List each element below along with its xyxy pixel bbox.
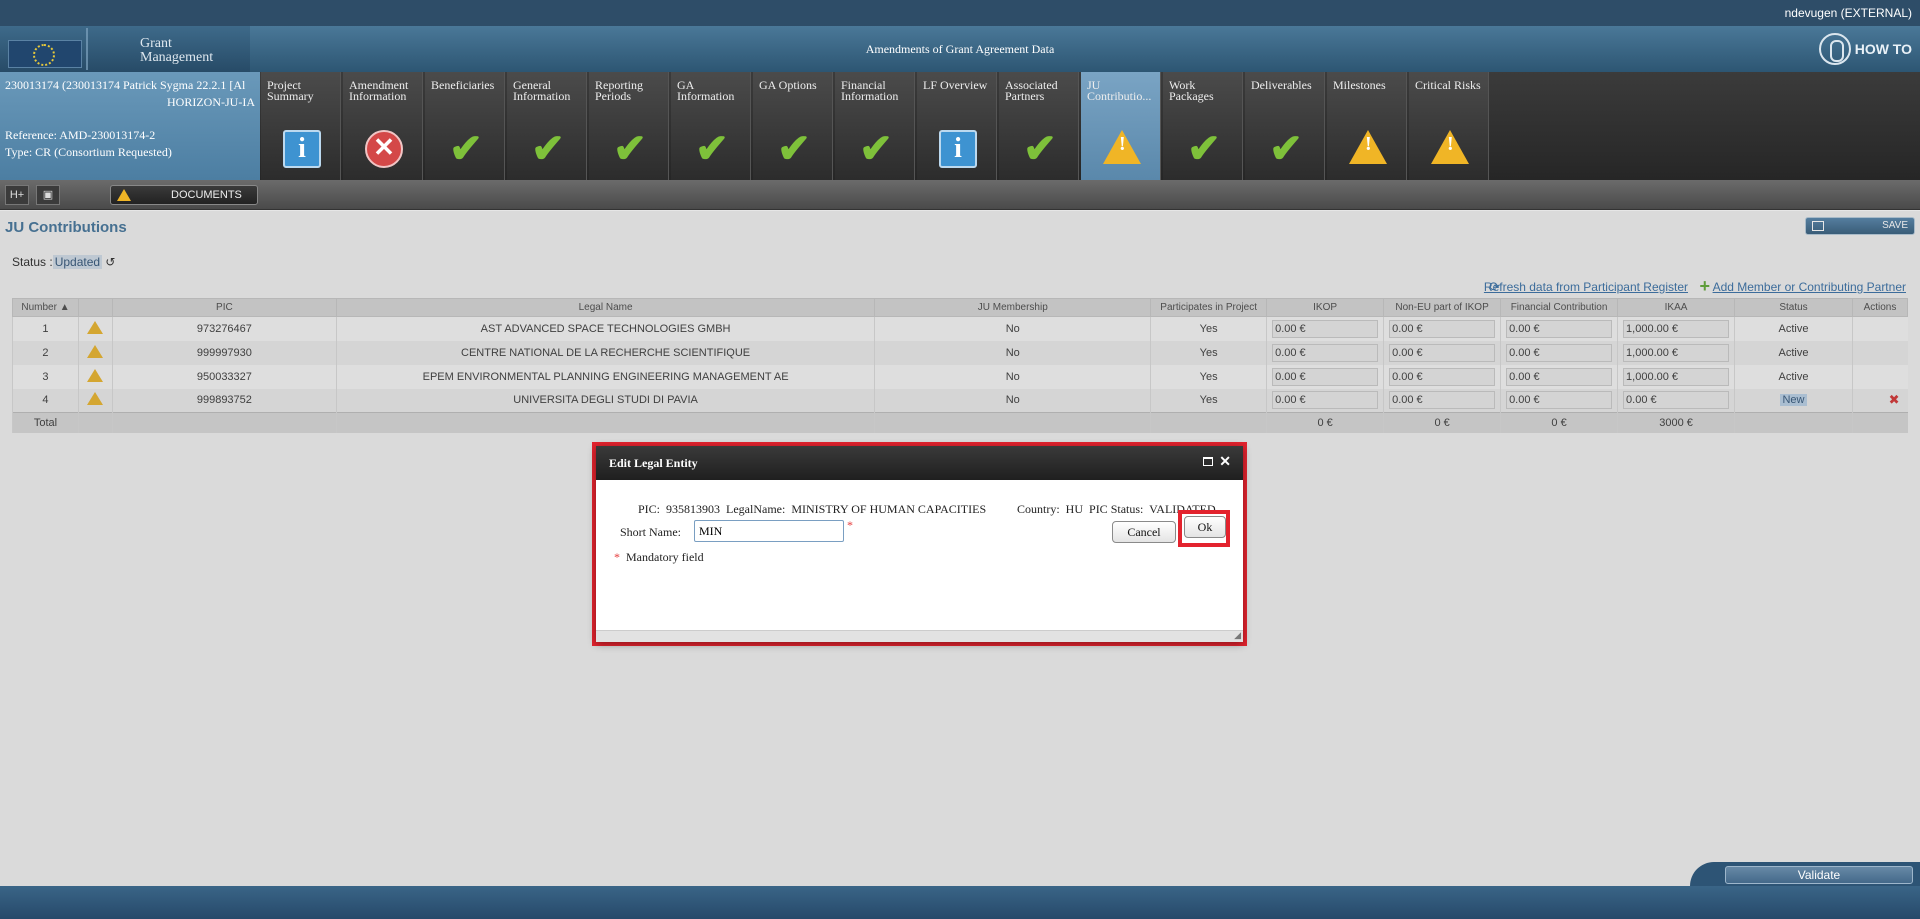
- check-icon: ✔: [531, 126, 565, 171]
- tab-ga-information[interactable]: GA Information ✔: [671, 72, 751, 180]
- country-value: HU: [1065, 502, 1084, 516]
- resize-handle-icon[interactable]: ◢: [1234, 630, 1241, 641]
- check-icon: ✔: [859, 126, 893, 171]
- check-icon: ✔: [695, 126, 729, 171]
- tab-milestones[interactable]: Milestones: [1327, 72, 1407, 180]
- check-icon: ✔: [1187, 126, 1221, 171]
- close-icon[interactable]: ✕: [1219, 454, 1231, 471]
- project-id: 230013174 (230013174 Patrick Sygma 22.2.…: [5, 78, 246, 92]
- check-icon: ✔: [777, 126, 811, 171]
- edit-legal-entity-dialog: Edit Legal Entity ✕ PIC: 935813903 Legal…: [596, 446, 1243, 642]
- project-info: 230013174 (230013174 Patrick Sygma 22.2.…: [0, 72, 260, 180]
- app-header: Grant Management Amendments of Grant Agr…: [0, 26, 1920, 72]
- dialog-footer: ◢: [596, 630, 1243, 642]
- cancel-button[interactable]: Cancel: [1112, 521, 1176, 543]
- tab-financial-information[interactable]: Financial Information ✔: [835, 72, 915, 180]
- toolbar: H+ ▣ DOCUMENTS: [0, 180, 1920, 210]
- maximize-icon[interactable]: [1203, 457, 1213, 466]
- print-button[interactable]: ▣: [36, 185, 60, 205]
- validate-button[interactable]: Validate: [1725, 866, 1913, 884]
- check-icon: ✔: [613, 126, 647, 171]
- top-bar: ndevugen (EXTERNAL): [0, 0, 1920, 26]
- short-name-input[interactable]: [694, 520, 844, 542]
- tab-critical-risks[interactable]: Critical Risks: [1409, 72, 1489, 180]
- error-icon: ✕: [365, 130, 403, 168]
- tab-ju-contributions[interactable]: JU Contributio...: [1081, 72, 1161, 180]
- dialog-body: PIC: 935813903 LegalName: MINISTRY OF HU…: [596, 480, 1243, 630]
- project-type: Type: CR (Consortium Requested): [5, 145, 172, 159]
- documents-button[interactable]: DOCUMENTS: [110, 185, 258, 205]
- warning-icon: [1349, 130, 1387, 164]
- project-call: HORIZON-JU-IA: [167, 95, 255, 109]
- user-name: ndevugen (EXTERNAL): [1784, 6, 1912, 20]
- tab-associated-partners[interactable]: Associated Partners ✔: [999, 72, 1079, 180]
- check-icon: ✔: [1023, 126, 1057, 171]
- tab-deliverables[interactable]: Deliverables ✔: [1245, 72, 1325, 180]
- legal-name-value: MINISTRY OF HUMAN CAPACITIES: [791, 502, 987, 516]
- tab-amendment-information[interactable]: Amendment Information ✕: [343, 72, 423, 180]
- ok-button[interactable]: Ok: [1184, 516, 1226, 538]
- info-icon: i: [283, 130, 321, 168]
- how-to-button[interactable]: HOW TO: [1818, 31, 1912, 67]
- tab-work-packages[interactable]: Work Packages ✔: [1163, 72, 1243, 180]
- tab-beneficiaries[interactable]: Beneficiaries ✔: [425, 72, 505, 180]
- tab-reporting-periods[interactable]: Reporting Periods ✔: [589, 72, 669, 180]
- history-button[interactable]: H+: [5, 185, 29, 205]
- pic-value: 935813903: [666, 502, 721, 516]
- mandatory-note: * Mandatory field: [614, 550, 704, 564]
- short-name-label: Short Name:: [620, 525, 681, 539]
- required-marker: *: [847, 518, 853, 532]
- tab-lf-overview[interactable]: LF Overview i: [917, 72, 997, 180]
- check-icon: ✔: [1269, 126, 1303, 171]
- tab-project-summary[interactable]: Project Summary i: [261, 72, 341, 180]
- dialog-header: Edit Legal Entity ✕: [596, 446, 1243, 480]
- project-reference: Reference: AMD-230013174-2: [5, 128, 156, 142]
- page-heading: Amendments of Grant Agreement Data: [865, 42, 1055, 56]
- tab-general-information[interactable]: General Information ✔: [507, 72, 587, 180]
- warning-icon: [117, 189, 131, 201]
- dialog-title: Edit Legal Entity: [609, 456, 698, 470]
- tabs-row: 230013174 (230013174 Patrick Sygma 22.2.…: [0, 72, 1920, 180]
- warning-icon: [1431, 130, 1469, 164]
- bottom-bar: [0, 886, 1920, 919]
- info-icon: i: [939, 130, 977, 168]
- tab-ga-options[interactable]: GA Options ✔: [753, 72, 833, 180]
- warning-icon: [1103, 130, 1141, 164]
- check-icon: ✔: [449, 126, 483, 171]
- how-to-icon: [1818, 33, 1851, 65]
- entity-info: PIC: 935813903 LegalName: MINISTRY OF HU…: [638, 502, 987, 516]
